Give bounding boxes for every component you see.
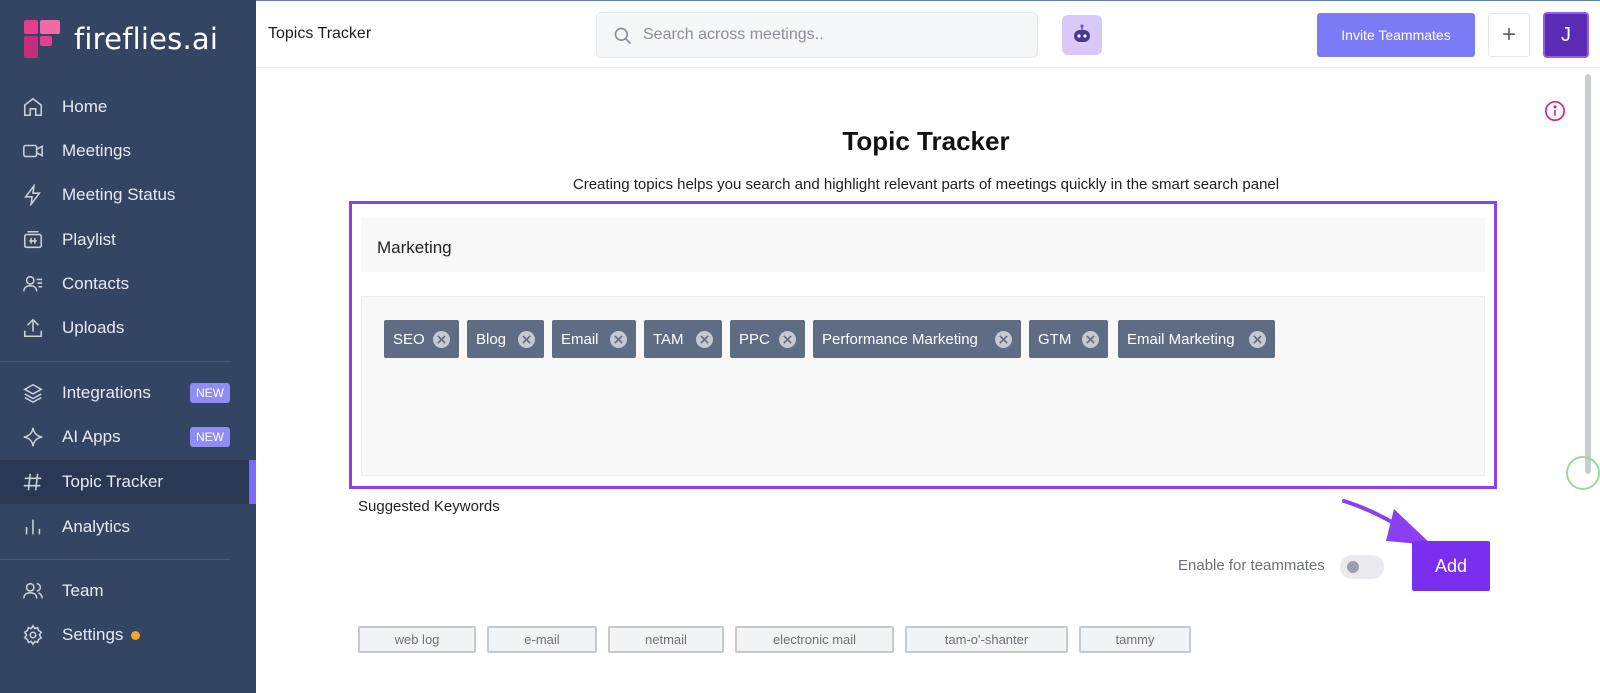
video-icon	[22, 140, 44, 162]
search-input[interactable]	[643, 21, 1023, 49]
tag-label: Blog	[476, 330, 507, 348]
keyword-tag: Performance Marketing	[813, 320, 1021, 358]
toggle-knob	[1347, 561, 1359, 573]
hash-icon	[22, 471, 44, 493]
robot-icon	[1074, 24, 1090, 42]
sidebar-item-label: Meeting Status	[62, 185, 176, 204]
suggested-keyword-chip[interactable]: tammy	[1079, 626, 1191, 653]
tag-label: SEO	[393, 330, 425, 348]
avatar[interactable]: J	[1543, 12, 1589, 58]
team-icon	[22, 580, 44, 602]
remove-tag-icon[interactable]	[610, 331, 627, 348]
keyword-tag: PPC	[730, 320, 805, 358]
sidebar-item-analytics[interactable]: Analytics	[0, 505, 256, 549]
add-topic-button[interactable]: Add	[1412, 541, 1490, 591]
remove-tag-icon[interactable]	[433, 331, 450, 348]
remove-tag-icon[interactable]	[696, 331, 713, 348]
topic-editor: Marketing SEO Blog Email TAM PPC Perform…	[349, 201, 1497, 489]
suggested-keyword-chip[interactable]: web log	[358, 626, 476, 653]
sidebar-item-label: AI Apps	[62, 427, 121, 446]
sidebar-item-label: Playlist	[62, 230, 116, 249]
fireflies-logo-icon	[24, 20, 60, 58]
keyword-tag: Blog	[467, 320, 544, 358]
sidebar-item-label: Settings	[62, 625, 141, 645]
sidebar-item-meeting-status[interactable]: Meeting Status	[0, 173, 256, 217]
app-root: fireflies.ai Home Meetings Meeting Statu…	[0, 0, 1600, 693]
sidebar-item-label: Analytics	[62, 517, 131, 536]
sidebar-item-home[interactable]: Home	[0, 85, 256, 129]
remove-tag-icon[interactable]	[779, 331, 796, 348]
sidebar-item-label: Team	[62, 581, 104, 600]
new-badge: NEW	[190, 383, 230, 403]
sidebar-item-label: Meetings	[62, 141, 131, 160]
enable-teammates-label: Enable for teammates	[1178, 557, 1325, 574]
topic-name-field[interactable]: Marketing	[361, 218, 1485, 272]
scroll-indicator	[1566, 456, 1600, 490]
keyword-tag: Email Marketing	[1118, 320, 1275, 358]
tag-label: Email	[561, 330, 599, 348]
gear-icon	[22, 624, 44, 646]
tag-label: Performance Marketing	[822, 330, 978, 348]
sidebar-item-playlist[interactable]: Playlist	[0, 218, 256, 262]
sidebar-divider	[0, 559, 231, 560]
sidebar-item-label: Contacts	[62, 274, 130, 293]
top-bar: Topics Tracker Invite Teammates + J	[256, 0, 1600, 68]
search-icon	[614, 27, 632, 45]
bar-chart-icon	[22, 516, 44, 538]
status-dot	[131, 631, 141, 641]
assistant-bot-button[interactable]	[1062, 15, 1102, 55]
sidebar-item-integrations[interactable]: Integrations NEW	[0, 371, 256, 415]
suggested-keyword-chip[interactable]: e-mail	[487, 626, 597, 653]
keyword-tag: Email	[552, 320, 636, 358]
invite-teammates-button[interactable]: Invite Teammates	[1317, 13, 1475, 57]
playlist-icon	[22, 229, 44, 251]
sidebar-item-label: Uploads	[62, 318, 125, 337]
suggested-keyword-chip[interactable]: netmail	[608, 626, 724, 653]
sidebar-item-contacts[interactable]: Contacts	[0, 262, 256, 306]
main-title: Topic Tracker	[842, 126, 1010, 156]
enable-teammates-toggle[interactable]	[1340, 555, 1384, 579]
contacts-icon	[22, 273, 44, 295]
brand-name: fireflies.ai	[74, 22, 219, 56]
logo[interactable]: fireflies.ai	[22, 18, 218, 60]
sidebar-item-uploads[interactable]: Uploads	[0, 306, 256, 350]
keyword-tag: SEO	[384, 320, 459, 358]
home-icon	[22, 96, 44, 118]
upload-icon	[22, 317, 44, 339]
new-badge: NEW	[190, 427, 230, 447]
sidebar-item-settings[interactable]: Settings	[0, 613, 256, 657]
page-title: Topics Tracker	[268, 25, 372, 42]
remove-tag-icon[interactable]	[518, 331, 535, 348]
remove-tag-icon[interactable]	[995, 331, 1012, 348]
tag-label: PPC	[739, 330, 770, 348]
sidebar-item-ai-apps[interactable]: AI Apps NEW	[0, 415, 256, 459]
settings-label: Settings	[62, 625, 124, 644]
layers-icon	[22, 382, 44, 404]
remove-tag-icon[interactable]	[1249, 331, 1266, 348]
sidebar-item-label: Home	[62, 97, 108, 116]
bolt-icon	[22, 184, 44, 206]
sidebar-item-label: Integrations	[62, 383, 151, 402]
sparkle-icon	[22, 426, 44, 448]
info-icon[interactable]	[1544, 100, 1566, 122]
suggested-keyword-chip[interactable]: electronic mail	[735, 626, 894, 653]
main-subtitle: Creating topics helps you search and hig…	[572, 176, 1280, 193]
sidebar-item-team[interactable]: Team	[0, 569, 256, 613]
add-button[interactable]: +	[1488, 13, 1530, 57]
remove-tag-icon[interactable]	[1082, 331, 1099, 348]
suggested-keywords-label: Suggested Keywords	[358, 498, 500, 515]
sidebar: fireflies.ai Home Meetings Meeting Statu…	[0, 0, 256, 693]
keyword-tag: TAM	[644, 320, 722, 358]
suggested-keyword-chip[interactable]: tam-o'-shanter	[905, 626, 1068, 653]
sidebar-item-topic-tracker[interactable]: Topic Tracker	[0, 460, 256, 504]
tag-label: Email Marketing	[1127, 330, 1235, 348]
sidebar-item-label: Topic Tracker	[62, 472, 164, 491]
keyword-tags-field[interactable]: SEO Blog Email TAM PPC Performance Marke…	[361, 296, 1485, 476]
sidebar-item-meetings[interactable]: Meetings	[0, 129, 256, 173]
tag-label: TAM	[653, 330, 684, 348]
sidebar-divider	[0, 361, 231, 362]
search-bar[interactable]	[596, 12, 1038, 58]
tag-label: GTM	[1038, 330, 1072, 348]
keyword-tag: GTM	[1029, 320, 1108, 358]
